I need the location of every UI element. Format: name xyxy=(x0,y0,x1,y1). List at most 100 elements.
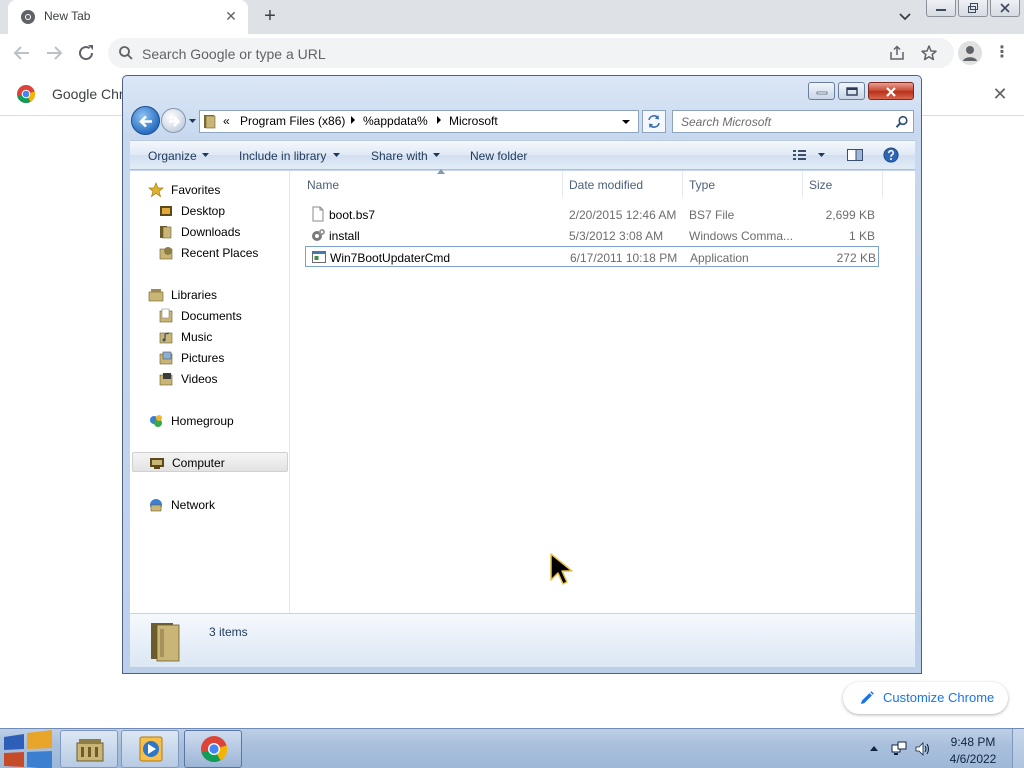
customize-chrome-button[interactable]: Customize Chrome xyxy=(843,682,1008,714)
pictures-icon xyxy=(159,351,173,365)
new-tab-button[interactable]: + xyxy=(258,5,282,29)
profile-avatar-icon[interactable] xyxy=(958,41,982,65)
share-icon[interactable] xyxy=(888,44,906,62)
column-header-date-modified[interactable]: Date modified xyxy=(563,171,683,197)
breadcrumb-appdata[interactable]: %appdata% xyxy=(363,114,428,128)
nav-homegroup[interactable]: Homegroup xyxy=(130,411,288,431)
column-header-type[interactable]: Type xyxy=(683,171,803,197)
explorer-close-button[interactable] xyxy=(868,82,914,100)
file-row[interactable]: boot.bs7 2/20/2015 12:46 AM BS7 File 2,6… xyxy=(305,204,879,225)
tab-new-tab[interactable]: New Tab ✕ xyxy=(8,0,248,34)
address-bar[interactable]: « Program Files (x86) %appdata% Microsof… xyxy=(199,110,639,133)
nav-network[interactable]: Network xyxy=(130,495,288,515)
explorer-forward-button[interactable] xyxy=(161,108,186,133)
downloads-folder-icon xyxy=(160,226,172,239)
view-options-chevron-icon[interactable] xyxy=(818,153,825,157)
organize-chevron-icon xyxy=(202,153,209,157)
reload-icon[interactable] xyxy=(74,41,98,65)
bookmark-star-icon[interactable] xyxy=(920,44,938,62)
taskbar-explorer-button[interactable] xyxy=(60,730,118,768)
explorer-navigation-bar: « Program Files (x86) %appdata% Microsof… xyxy=(131,106,915,136)
file-list-pane: Name Date modified Type Size boot.bs7 2/… xyxy=(291,169,915,613)
chrome-favicon-icon xyxy=(21,10,35,24)
share-with-button[interactable]: Share with xyxy=(371,149,428,163)
nav-pictures[interactable]: Pictures xyxy=(130,348,288,368)
nav-desktop[interactable]: Desktop xyxy=(130,201,288,221)
tab-close-icon[interactable]: ✕ xyxy=(223,8,239,24)
omnibox[interactable]: Search Google or type a URL xyxy=(108,38,954,68)
share-with-chevron-icon xyxy=(433,153,440,157)
videos-icon xyxy=(159,373,173,386)
file-row-focused[interactable]: Win7BootUpdaterCmd 6/17/2011 10:18 PM Ap… xyxy=(305,246,879,267)
preview-pane-icon[interactable] xyxy=(846,147,864,163)
infobar-close-icon[interactable]: ✕ xyxy=(990,84,1010,104)
nav-downloads-label: Downloads xyxy=(181,225,241,239)
omnibox-placeholder: Search Google or type a URL xyxy=(142,46,326,62)
nav-computer[interactable]: Computer xyxy=(132,452,288,472)
volume-icon[interactable] xyxy=(914,741,930,757)
file-type: Windows Comma... xyxy=(689,229,794,243)
organize-button[interactable]: Organize xyxy=(148,149,197,163)
network-icon xyxy=(150,499,162,512)
browser-restore-button[interactable] xyxy=(958,0,988,17)
taskbar-chrome-button[interactable] xyxy=(184,730,242,768)
browser-close-button[interactable] xyxy=(990,0,1020,17)
breadcrumb-overflow[interactable]: « xyxy=(223,114,230,128)
mouse-cursor-icon xyxy=(550,553,573,585)
file-name: install xyxy=(329,229,360,243)
tab-search-chevron-icon[interactable] xyxy=(896,8,914,26)
change-view-icon[interactable] xyxy=(792,147,810,163)
explorer-maximize-button[interactable] xyxy=(838,82,865,100)
show-hidden-icons-icon[interactable] xyxy=(870,745,878,751)
browser-minimize-button[interactable] xyxy=(926,0,956,17)
show-desktop-button[interactable] xyxy=(1012,729,1024,768)
column-header-name[interactable]: Name xyxy=(301,169,563,197)
nav-favorites[interactable]: Favorites xyxy=(130,180,288,200)
breadcrumb-microsoft[interactable]: Microsoft xyxy=(449,114,498,128)
recent-pages-chevron-icon[interactable] xyxy=(188,116,197,125)
clock-time[interactable]: 9:48 PM xyxy=(940,735,1006,749)
back-arrow-icon xyxy=(139,115,152,128)
file-type: Application xyxy=(690,251,749,265)
nav-libraries[interactable]: Libraries xyxy=(130,285,288,305)
file-icon xyxy=(312,206,324,222)
explorer-minimize-button[interactable] xyxy=(808,82,835,100)
include-in-library-button[interactable]: Include in library xyxy=(239,149,326,163)
nav-recent-places-label: Recent Places xyxy=(181,246,259,260)
breadcrumb-separator-icon[interactable] xyxy=(436,115,442,125)
search-icon[interactable] xyxy=(895,115,909,129)
column-header-date-modified-label: Date modified xyxy=(569,178,644,192)
file-size: 272 KB xyxy=(836,251,876,265)
nav-recent-places[interactable]: Recent Places xyxy=(130,243,288,263)
start-button-windows-logo-icon[interactable] xyxy=(0,729,56,768)
file-row[interactable]: install 5/3/2012 3:08 AM Windows Comma..… xyxy=(305,225,879,246)
forward-arrow-icon[interactable] xyxy=(42,41,66,65)
nav-videos[interactable]: Videos xyxy=(130,369,288,389)
gear-script-icon xyxy=(312,229,325,241)
column-header-size[interactable]: Size xyxy=(803,171,883,197)
back-arrow-icon[interactable] xyxy=(10,41,34,65)
breadcrumb-program-files[interactable]: Program Files (x86) xyxy=(240,114,345,128)
help-icon[interactable] xyxy=(882,147,900,163)
nav-documents[interactable]: Documents xyxy=(130,306,288,326)
file-size: 2,699 KB xyxy=(825,208,875,222)
kebab-menu-icon[interactable]: ⋮ xyxy=(992,41,1012,65)
breadcrumb-separator-icon[interactable] xyxy=(350,115,356,125)
library-folder-icon xyxy=(76,739,104,762)
nav-computer-label: Computer xyxy=(172,456,225,470)
music-icon xyxy=(159,332,173,344)
command-bar: Organize Include in library Share with N… xyxy=(130,140,915,170)
nav-music[interactable]: Music xyxy=(130,327,288,347)
explorer-back-button[interactable] xyxy=(131,106,160,135)
explorer-search-box[interactable]: Search Microsoft xyxy=(672,110,914,133)
new-folder-button[interactable]: New folder xyxy=(470,149,527,163)
nav-downloads[interactable]: Downloads xyxy=(130,222,288,242)
address-dropdown-icon[interactable] xyxy=(622,119,630,125)
network-status-icon[interactable] xyxy=(891,741,907,757)
nav-documents-label: Documents xyxy=(181,309,242,323)
refresh-button[interactable] xyxy=(642,110,666,133)
taskbar-media-player-button[interactable] xyxy=(121,730,179,768)
nav-favorites-label: Favorites xyxy=(171,183,221,197)
clock-date[interactable]: 4/6/2022 xyxy=(940,752,1006,766)
search-icon xyxy=(119,46,133,60)
